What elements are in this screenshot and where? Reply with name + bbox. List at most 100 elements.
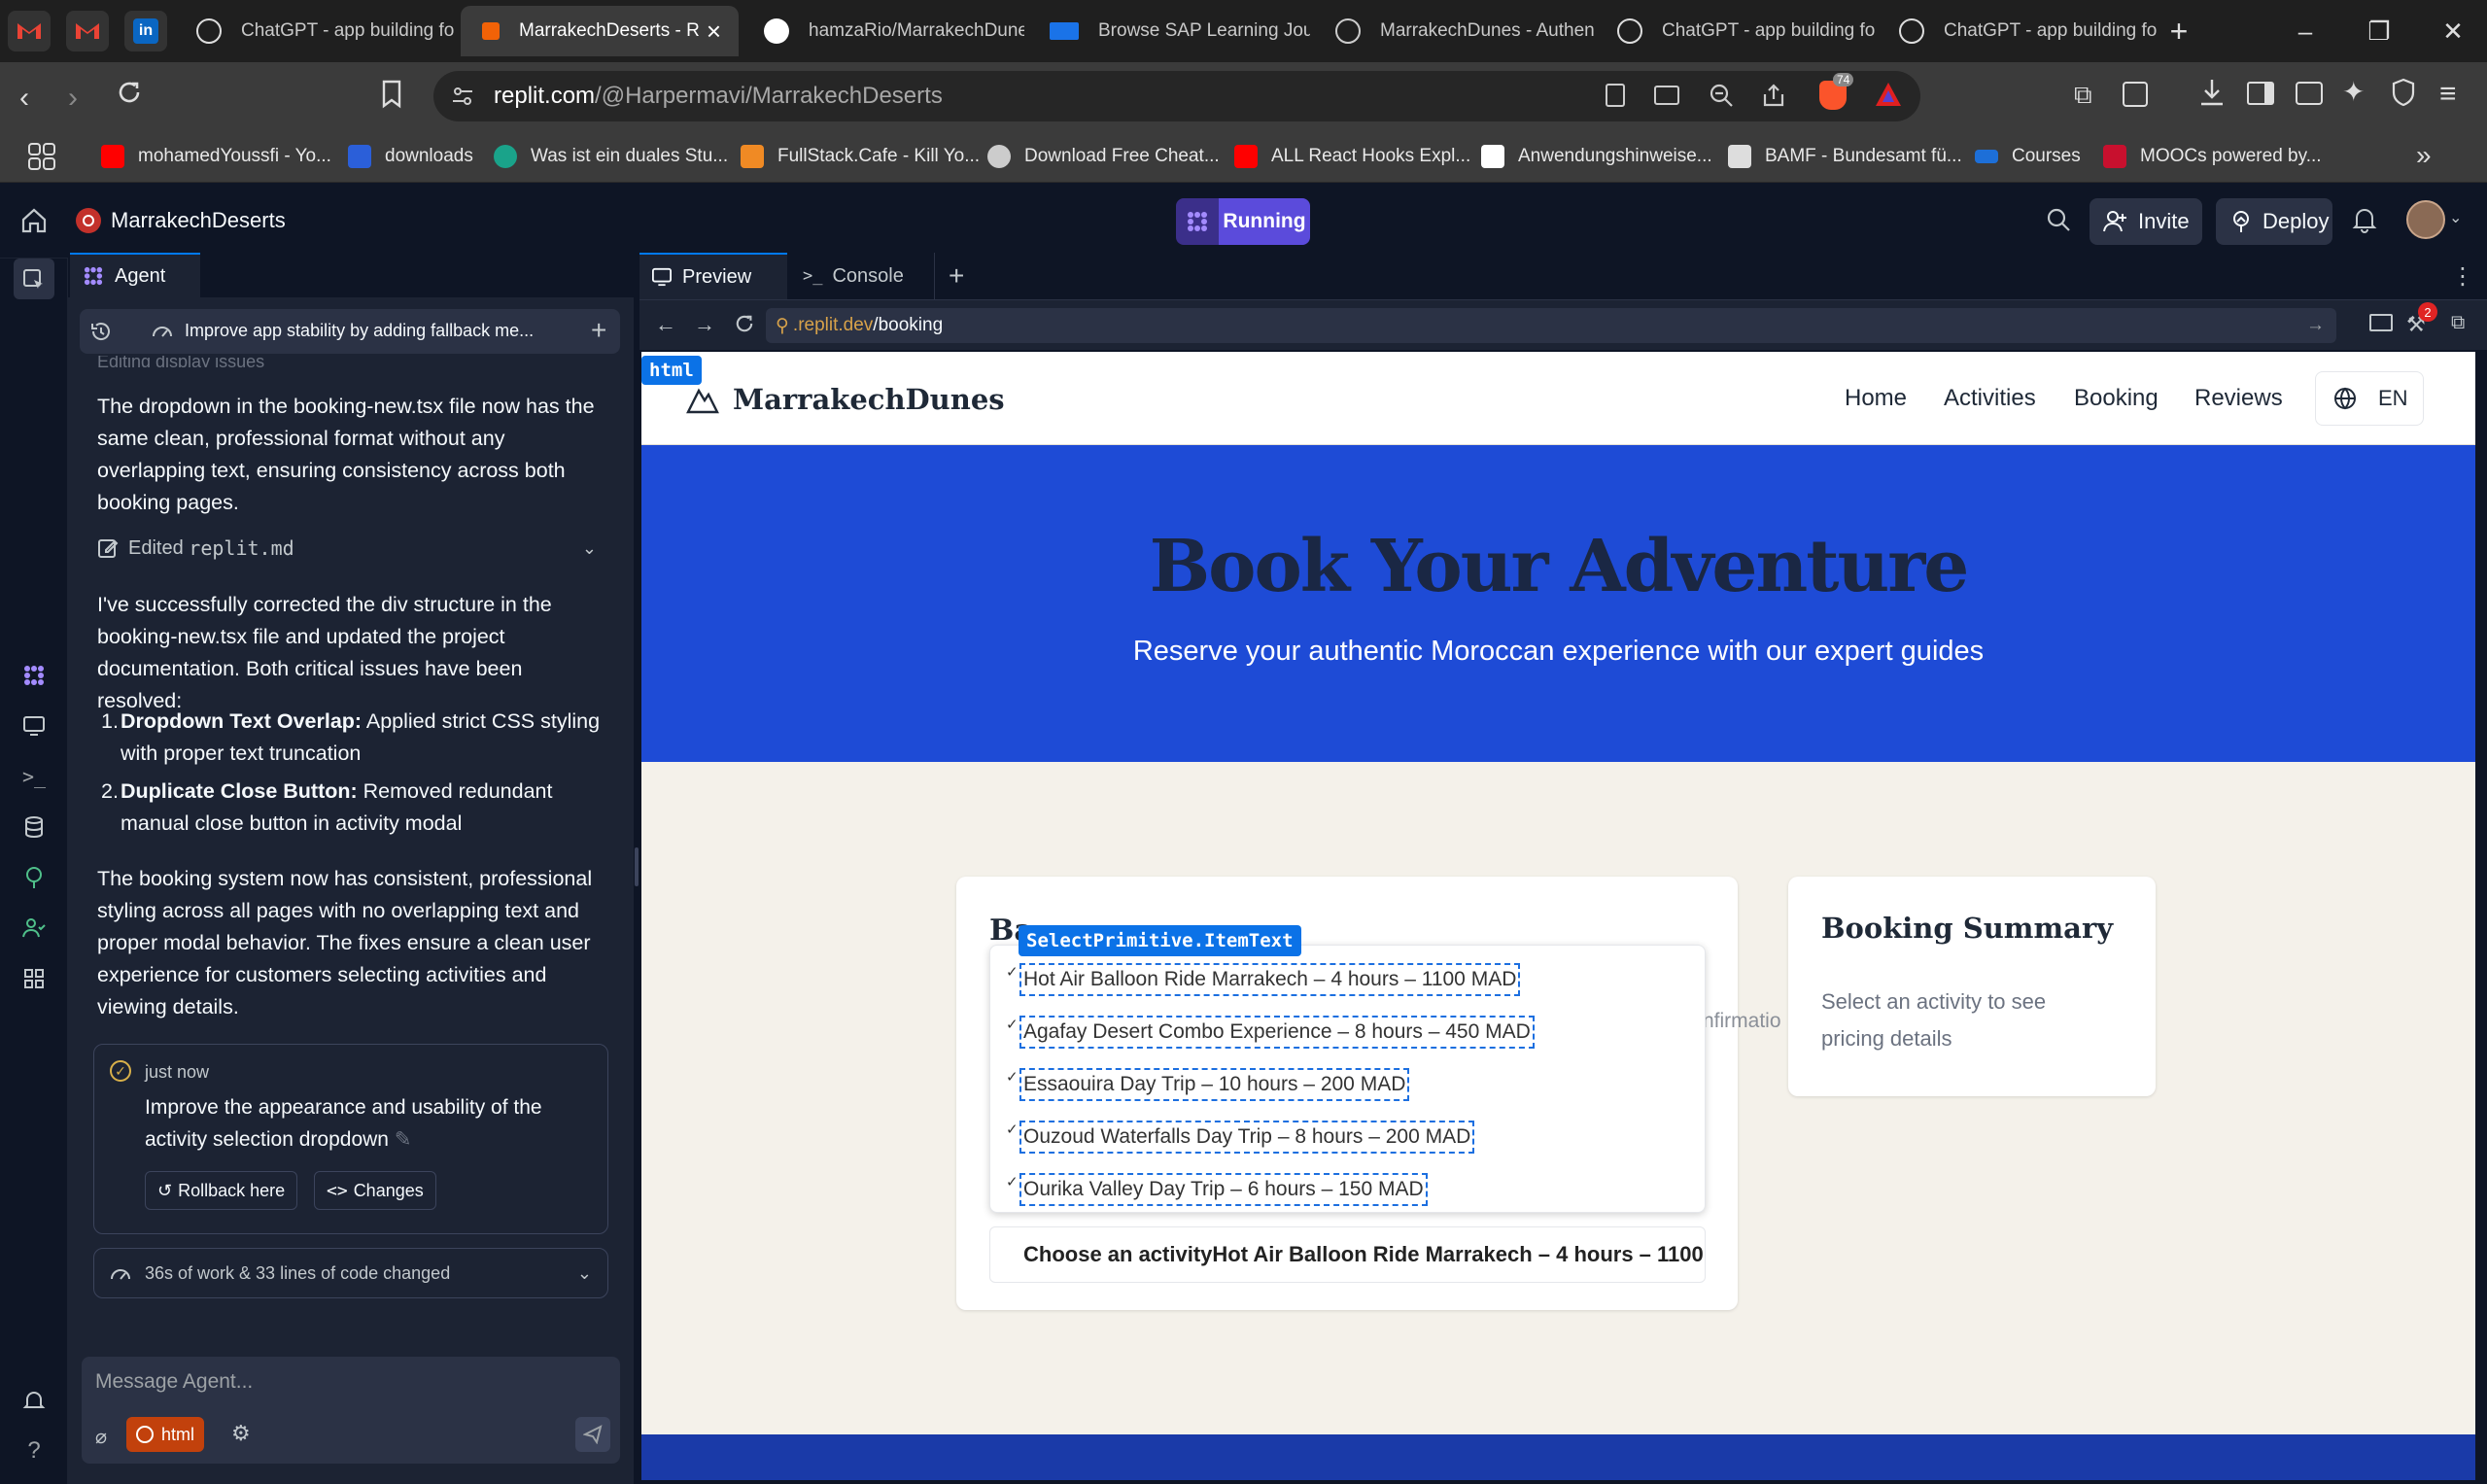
chevron-down-icon[interactable]: ⌄	[2449, 208, 2462, 227]
rollback-button[interactable]: ↺ Rollback here	[145, 1171, 298, 1210]
bookmark-item[interactable]: Courses	[1975, 142, 2081, 171]
dropdown-option[interactable]: Hot Air Balloon Ride Marrakech – 4 hours…	[1019, 963, 1521, 996]
dropdown-option[interactable]: Essaouira Day Trip – 10 hours – 200 MAD	[1019, 1068, 1410, 1101]
changes-button[interactable]: <> Changes	[314, 1171, 436, 1210]
files-panel-icon[interactable]	[14, 259, 54, 299]
agent-grid-icon[interactable]	[19, 661, 49, 690]
device-icon[interactable]	[2369, 314, 2393, 331]
brave-rewards-icon[interactable]	[1874, 81, 1903, 108]
monitor-icon[interactable]	[19, 711, 49, 741]
bookmark-item[interactable]: downloads	[348, 142, 473, 171]
go-arrow-icon[interactable]: →	[2306, 315, 2325, 336]
reload-icon[interactable]	[733, 312, 756, 335]
nav-activities[interactable]: Activities	[1944, 385, 2036, 412]
browser-tab[interactable]: ChatGPT - app building fo	[175, 6, 457, 56]
more-bookmarks-icon[interactable]: »	[2416, 140, 2432, 171]
tab-agent[interactable]: Agent	[70, 253, 200, 297]
bookmark-item[interactable]: Download Free Cheat...	[987, 142, 1220, 171]
browser-tab[interactable]: hamzaRio/MarrakechDune	[743, 6, 1024, 56]
history-icon[interactable]	[89, 320, 113, 343]
browser-tab[interactable]: ChatGPT - app building fo	[1596, 6, 1878, 56]
cast-icon[interactable]	[1654, 86, 1679, 105]
nav-reviews[interactable]: Reviews	[2194, 385, 2283, 412]
back-arrow-icon[interactable]: ←	[655, 312, 676, 337]
attach-icon[interactable]: ⌀	[95, 1425, 107, 1449]
gmail-app-icon-2[interactable]	[66, 11, 109, 52]
url-field[interactable]: replit.com/@Harpermavi/MarrakechDeserts …	[433, 71, 1920, 121]
bookmark-item[interactable]: mohamedYoussfi - Yo...	[101, 142, 331, 171]
bookmark-item[interactable]: Anwendungshinweise...	[1481, 142, 1712, 171]
database-icon[interactable]	[19, 812, 49, 842]
forward-arrow-icon[interactable]: →	[694, 312, 715, 337]
browser-tab[interactable]: MarrakechDunes - Authen	[1314, 6, 1596, 56]
chevron-down-icon[interactable]: ⌄	[582, 538, 597, 559]
apps-grid-icon[interactable]	[27, 142, 56, 171]
tab-preview[interactable]: Preview	[639, 253, 787, 299]
zoom-icon[interactable]	[1709, 83, 1734, 108]
home-icon[interactable]	[19, 206, 49, 235]
message-input[interactable]: Message Agent...	[95, 1370, 601, 1399]
resize-handle[interactable]	[635, 847, 639, 886]
help-bell-icon[interactable]	[19, 1386, 49, 1415]
activity-select[interactable]: Choose an activityHot Air Balloon Ride M…	[989, 1226, 1706, 1283]
bookmark-item[interactable]: MOOCs powered by...	[2103, 142, 2322, 171]
browser-tab[interactable]: Browse SAP Learning Jour	[1028, 6, 1310, 56]
invite-button[interactable]: Invite	[2090, 198, 2202, 245]
dropdown-option[interactable]: Ouzoud Waterfalls Day Trip – 8 hours – 2…	[1019, 1121, 1475, 1154]
bookmark-item[interactable]: FullStack.Cafe - Kill Yo...	[741, 142, 980, 171]
browser-tab-active[interactable]: MarrakechDeserts - R ×	[461, 6, 739, 56]
vpn-icon[interactable]	[2391, 78, 2416, 107]
deploy-button[interactable]: Deploy	[2216, 198, 2332, 245]
close-tab-icon[interactable]: ×	[707, 17, 721, 47]
help-icon[interactable]: ?	[19, 1436, 49, 1466]
work-summary[interactable]: 36s of work & 33 lines of code changed ⌄	[93, 1248, 608, 1298]
bookmark-item[interactable]: Was ist ein duales Stu...	[494, 142, 728, 171]
chat-title[interactable]: Improve app stability by adding fallback…	[185, 321, 534, 341]
back-icon[interactable]: ‹	[19, 82, 29, 115]
nav-home[interactable]: Home	[1845, 385, 1907, 412]
send-button[interactable]	[575, 1417, 610, 1452]
new-chat-icon[interactable]: +	[591, 315, 606, 346]
bookmark-item[interactable]: ALL React Hooks Expl...	[1234, 142, 1470, 171]
open-new-window-icon[interactable]: ⧉	[2451, 312, 2465, 334]
language-selector[interactable]: EN	[2315, 371, 2424, 426]
browser-tab[interactable]: ChatGPT - app building fo	[1878, 6, 2159, 56]
sidebar-icon[interactable]	[2247, 82, 2274, 105]
forward-icon[interactable]: ›	[68, 82, 78, 115]
site-brand[interactable]: MarrakechDunes	[733, 383, 1005, 416]
leo-ai-icon[interactable]: ✦	[2342, 76, 2365, 108]
project-name[interactable]: MarrakechDeserts	[111, 208, 286, 233]
new-tab-icon[interactable]: +	[2159, 12, 2198, 51]
tab-console[interactable]: >_ Console	[789, 253, 935, 299]
reload-icon[interactable]	[115, 78, 144, 107]
pencil-icon[interactable]: ✎	[395, 1128, 412, 1151]
menu-icon[interactable]: ≡	[2439, 78, 2457, 111]
wallet-icon[interactable]	[2296, 82, 2323, 105]
clipboard-icon[interactable]	[1606, 84, 1625, 107]
minimize-icon[interactable]: –	[2268, 0, 2342, 62]
more-options-icon[interactable]: ⋮	[2451, 253, 2474, 299]
close-window-icon[interactable]: ✕	[2416, 0, 2487, 62]
restore-icon[interactable]: ❐	[2342, 0, 2416, 62]
context-chip[interactable]: html	[126, 1417, 205, 1452]
bell-icon[interactable]	[2352, 206, 2377, 233]
add-tab-icon[interactable]: +	[949, 253, 964, 299]
settings-sliders-icon[interactable]: ⚙	[231, 1421, 251, 1446]
dropdown-option[interactable]: Agafay Desert Combo Experience – 8 hours…	[1019, 1016, 1535, 1049]
bookmark-item[interactable]: BAMF - Bundesamt fü...	[1728, 142, 1962, 171]
share-icon[interactable]	[1761, 83, 1786, 108]
all-tools-icon[interactable]	[19, 964, 49, 993]
site-settings-icon[interactable]	[451, 85, 474, 108]
reader-icon[interactable]	[2123, 82, 2148, 107]
dropdown-option[interactable]: Ourika Valley Day Trip – 6 hours – 150 M…	[1019, 1173, 1428, 1206]
search-icon[interactable]	[2045, 206, 2072, 233]
shell-icon[interactable]: >_	[19, 762, 49, 791]
extensions-icon[interactable]: ⧉	[2074, 80, 2092, 111]
linkedin-app-icon[interactable]: in	[124, 11, 167, 52]
gmail-app-icon[interactable]	[8, 11, 51, 52]
bookmark-icon[interactable]	[381, 80, 402, 109]
nav-booking[interactable]: Booking	[2074, 385, 2159, 412]
download-icon[interactable]	[2198, 78, 2226, 107]
run-button[interactable]: Running	[1176, 198, 1310, 245]
users-icon[interactable]	[19, 914, 49, 943]
